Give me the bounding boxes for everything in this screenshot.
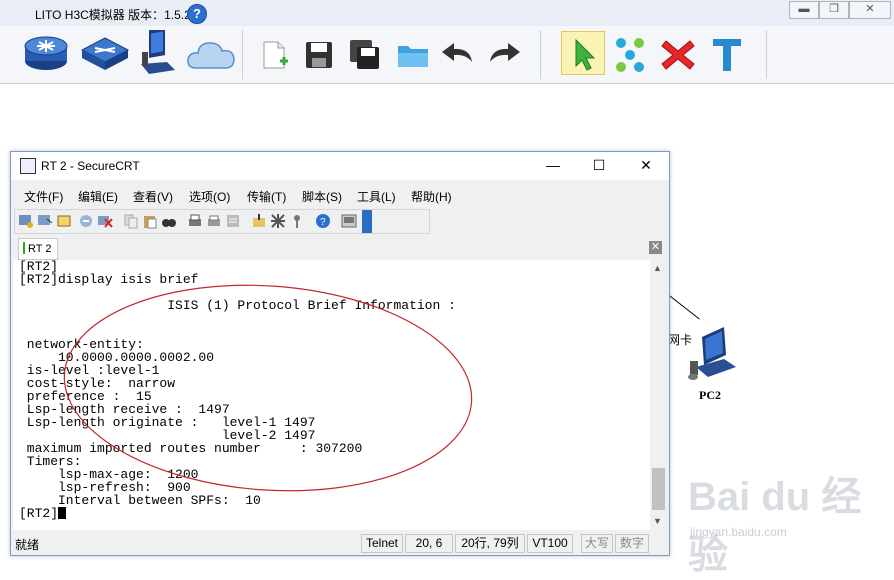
keymap-icon[interactable]	[289, 213, 305, 229]
annotation-ellipse	[63, 284, 473, 492]
crt-minimize-button[interactable]: —	[538, 155, 568, 175]
switch-icon[interactable]	[80, 36, 130, 72]
baidu-watermark-url: jingyan.baidu.com	[690, 525, 787, 539]
app-title: LITO H3C模拟器 版本：1.5.2	[35, 8, 191, 22]
status-num: 数字	[615, 534, 649, 553]
tab-bar: RT 2 ✕	[11, 236, 669, 260]
sftp-icon[interactable]	[341, 213, 357, 229]
crt-close-button[interactable]: ✕	[631, 155, 661, 175]
text-tool-icon[interactable]	[710, 36, 744, 74]
connect-icon[interactable]	[614, 36, 646, 74]
menu-help[interactable]: 帮助(H)	[411, 188, 452, 205]
menu-bar: 文件(F) 编辑(E) 查看(V) 选项(O) 传输(T) 脚本(S) 工具(L…	[11, 181, 669, 207]
select-pointer-icon	[575, 38, 596, 71]
baidu-watermark: Bai du 经验	[688, 475, 862, 577]
pc-label: PC2	[699, 388, 721, 402]
main-toolbar	[0, 26, 894, 84]
save-icon[interactable]	[304, 40, 334, 70]
cloud-icon[interactable]	[186, 38, 236, 70]
securecrt-window: RT 2 - SecureCRT — ☐ ✕ 文件(F) 编辑(E) 查看(V)…	[10, 151, 670, 556]
minimize-button[interactable]: ▬	[789, 1, 819, 19]
tab-rt2[interactable]: RT 2	[18, 238, 58, 260]
copy-icon[interactable]	[123, 213, 139, 229]
undo-icon[interactable]	[440, 40, 476, 66]
connect-tab-icon[interactable]	[56, 213, 72, 229]
global-options-icon[interactable]	[270, 213, 286, 229]
terminal-scrollbar[interactable]: ▲ ▼	[650, 260, 667, 530]
menu-file[interactable]: 文件(F)	[24, 188, 63, 205]
toolbar-overflow-button[interactable]	[362, 210, 372, 233]
scrollbar-thumb[interactable]	[652, 468, 665, 510]
print-icon[interactable]	[187, 213, 203, 229]
scroll-down-icon[interactable]: ▼	[653, 516, 662, 526]
redo-icon[interactable]	[486, 40, 522, 66]
menu-edit[interactable]: 编辑(E)	[78, 188, 118, 205]
help-icon[interactable]: ?	[187, 4, 207, 24]
menu-view[interactable]: 查看(V)	[133, 188, 173, 205]
svg-text:?: ?	[320, 217, 326, 228]
menu-options[interactable]: 选项(O)	[189, 188, 230, 205]
paste-icon[interactable]	[142, 213, 158, 229]
restore-button[interactable]: ❐	[819, 1, 849, 19]
log-session-icon[interactable]	[225, 213, 241, 229]
close-button[interactable]: ✕	[849, 1, 891, 19]
status-rows-cols: 20行, 79列	[455, 534, 525, 553]
status-cursor-pos: 20, 6	[405, 534, 453, 553]
router-icon[interactable]	[23, 34, 69, 74]
connect-session-icon[interactable]	[18, 213, 34, 229]
securecrt-title: RT 2 - SecureCRT	[41, 159, 140, 173]
print-setup-icon[interactable]	[206, 213, 222, 229]
securecrt-title-bar: RT 2 - SecureCRT — ☐ ✕	[11, 152, 669, 180]
crt-maximize-button[interactable]: ☐	[584, 155, 614, 175]
menu-tools[interactable]: 工具(L)	[357, 188, 396, 205]
pc-node-icon[interactable]	[684, 323, 740, 385]
open-folder-icon[interactable]	[396, 40, 430, 70]
pc-icon[interactable]	[137, 30, 177, 76]
tab-connected-indicator	[23, 242, 25, 254]
terminal-screen[interactable]: [RT2] [RT2]display isis brief ISIS (1) P…	[13, 260, 650, 530]
scroll-up-icon[interactable]: ▲	[653, 263, 662, 273]
crt-toolbar: ?	[14, 209, 430, 234]
select-pointer-button[interactable]	[561, 31, 605, 75]
tab-close-button[interactable]: ✕	[649, 241, 662, 254]
app-title-bar: LITO H3C模拟器 版本：1.5.2 ? ▬ ❐ ✕	[0, 0, 894, 26]
new-file-icon[interactable]	[260, 40, 290, 72]
session-options-icon[interactable]	[251, 213, 267, 229]
status-protocol: Telnet	[361, 534, 403, 553]
reconnect-icon[interactable]	[78, 213, 94, 229]
save-as-icon[interactable]	[348, 38, 382, 72]
securecrt-app-icon	[20, 158, 36, 174]
quick-connect-icon[interactable]	[37, 213, 53, 229]
status-caps: 大写	[581, 534, 613, 553]
delete-icon[interactable]	[660, 38, 696, 72]
status-emulation: VT100	[527, 534, 573, 553]
status-bar: 就绪 Telnet 20, 6 20行, 79列 VT100 大写 数字	[11, 532, 669, 554]
tab-label: RT 2	[28, 243, 52, 255]
menu-transfer[interactable]: 传输(T)	[247, 188, 286, 205]
disconnect-icon[interactable]	[97, 213, 113, 229]
help-about-icon[interactable]: ?	[315, 213, 331, 229]
menu-script[interactable]: 脚本(S)	[302, 188, 342, 205]
find-icon[interactable]	[161, 213, 177, 229]
status-ready: 就绪	[15, 538, 40, 552]
